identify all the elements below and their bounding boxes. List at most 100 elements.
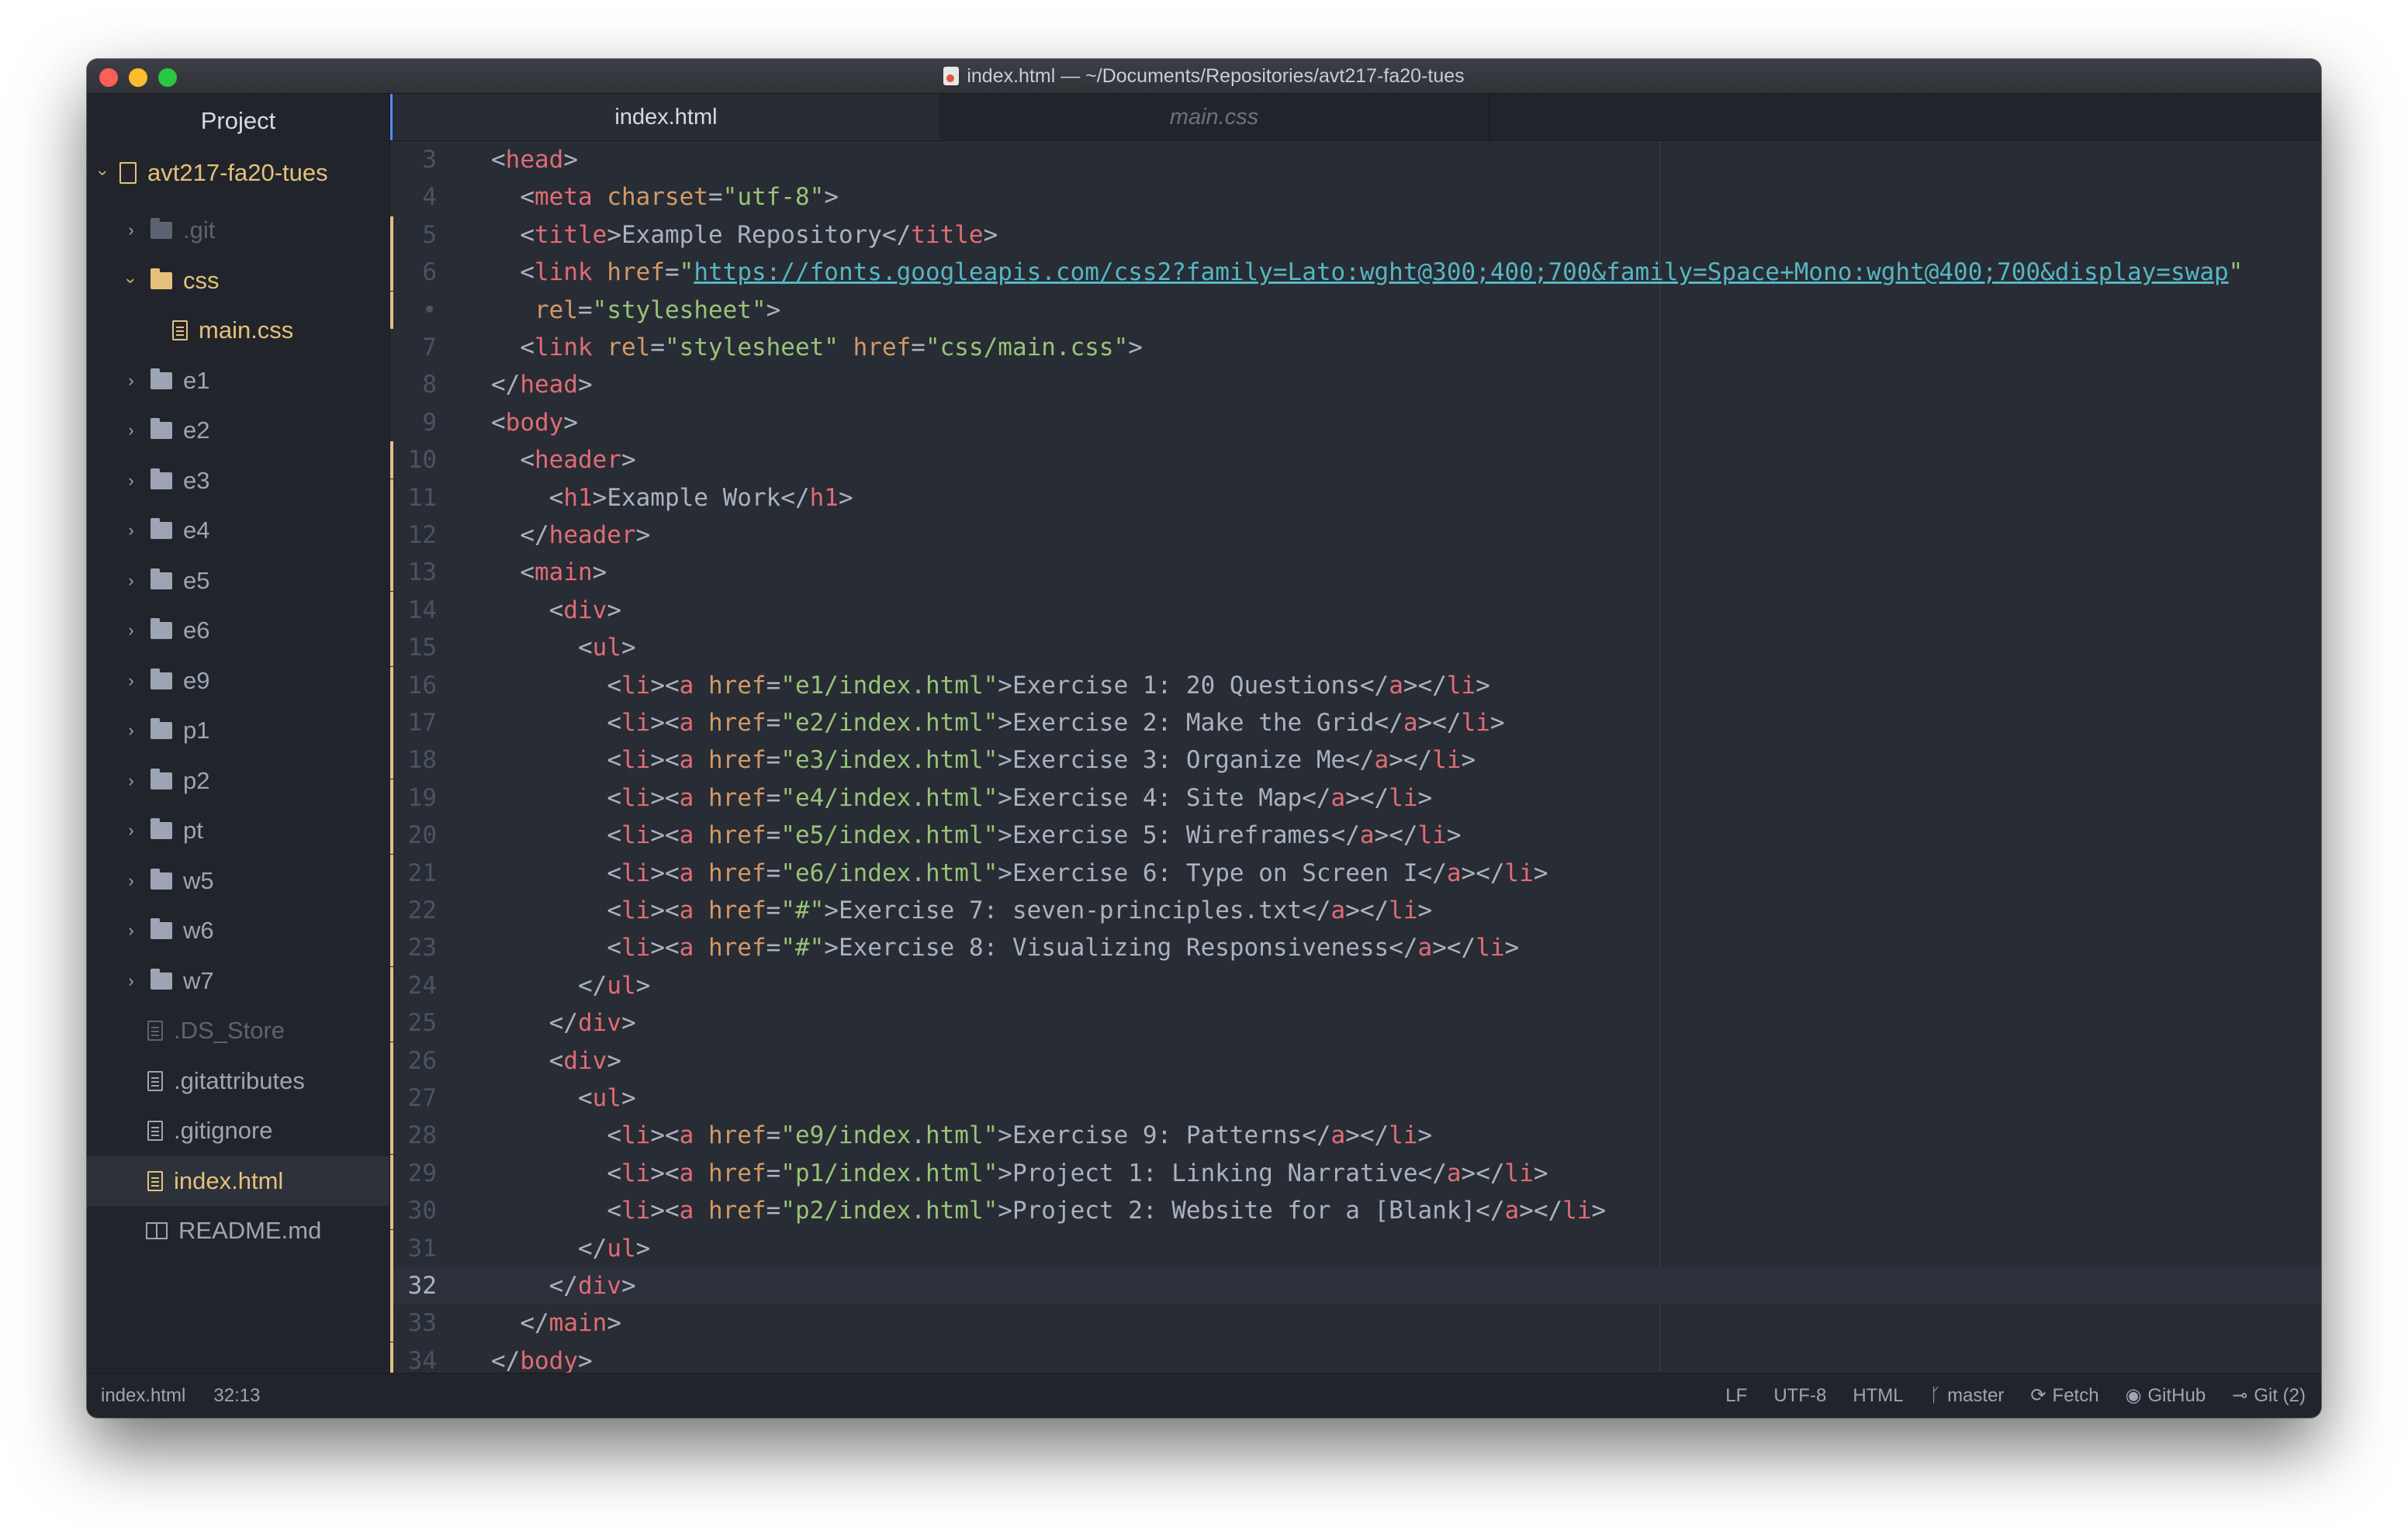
github-button[interactable]: ◉ GitHub	[2126, 1384, 2206, 1407]
line-number[interactable]: 9	[390, 404, 437, 441]
code-text[interactable]: <li><a href="e9/index.html">Exercise 9: …	[491, 1117, 1432, 1154]
line-number[interactable]: 34	[390, 1342, 437, 1374]
line-number[interactable]: 6	[390, 254, 437, 291]
tree-item-e1[interactable]: › e1	[87, 356, 389, 406]
line-number[interactable]: 30	[390, 1192, 437, 1229]
tree-item-e9[interactable]: › e9	[87, 656, 389, 706]
code-line[interactable]: 26 <div>	[390, 1042, 2321, 1080]
code-text[interactable]: <title>Example Repository</title>	[491, 216, 998, 254]
code-line[interactable]: 29 <li><a href="p1/index.html">Project 1…	[390, 1154, 2321, 1192]
code-text[interactable]: <div>	[491, 1042, 621, 1080]
code-line[interactable]: 14 <div>	[390, 591, 2321, 629]
code-text[interactable]: <li><a href="p1/index.html">Project 1: L…	[491, 1155, 1548, 1192]
code-text[interactable]: rel="stylesheet">	[491, 292, 780, 329]
code-text[interactable]: </header>	[491, 517, 650, 554]
code-text[interactable]: </div>	[491, 1267, 636, 1304]
line-number[interactable]: 32	[390, 1267, 437, 1304]
line-number[interactable]: 31	[390, 1230, 437, 1267]
code-line[interactable]: 15 <ul>	[390, 629, 2321, 667]
line-number[interactable]: 23	[390, 929, 437, 966]
line-number[interactable]: 17	[390, 704, 437, 741]
code-text[interactable]: </ul>	[491, 967, 650, 1004]
line-number[interactable]: •	[390, 292, 437, 329]
status-encoding[interactable]: UTF-8	[1773, 1385, 1826, 1407]
code-line[interactable]: 17 <li><a href="e2/index.html">Exercise …	[390, 704, 2321, 741]
line-number[interactable]: 4	[390, 178, 437, 216]
code-line[interactable]: 25 </div>	[390, 1004, 2321, 1042]
code-text[interactable]: <li><a href="e2/index.html">Exercise 2: …	[491, 704, 1504, 741]
code-line[interactable]: 9 <body>	[390, 404, 2321, 441]
code-line[interactable]: 7 <link rel="stylesheet" href="css/main.…	[390, 329, 2321, 366]
status-line-ending[interactable]: LF	[1725, 1385, 1747, 1407]
tree-item-git[interactable]: › .git	[87, 206, 389, 255]
code-text[interactable]: <li><a href="e1/index.html">Exercise 1: …	[491, 667, 1490, 704]
line-number[interactable]: 7	[390, 329, 437, 366]
tree-item-p2[interactable]: › p2	[87, 756, 389, 806]
fetch-button[interactable]: ⟳ Fetch	[2030, 1384, 2098, 1407]
code-line[interactable]: 6 <link href="https://fonts.googleapis.c…	[390, 254, 2321, 292]
line-number[interactable]: 12	[390, 517, 437, 554]
code-line[interactable]: 5 <title>Example Repository</title>	[390, 216, 2321, 254]
line-number[interactable]: 13	[390, 554, 437, 591]
code-line[interactable]: 31 </ul>	[390, 1229, 2321, 1267]
tree-item-readme-md[interactable]: README.md	[87, 1206, 389, 1256]
code-text[interactable]: <ul>	[491, 1080, 636, 1117]
code-text[interactable]: <li><a href="e3/index.html">Exercise 3: …	[491, 741, 1476, 779]
tree-item-w7[interactable]: › w7	[87, 956, 389, 1006]
code-line[interactable]: 19 <li><a href="e4/index.html">Exercise …	[390, 779, 2321, 817]
code-text[interactable]: <main>	[491, 554, 607, 591]
tree-item-w5[interactable]: › w5	[87, 856, 389, 906]
tree-item-e2[interactable]: › e2	[87, 406, 389, 455]
line-number[interactable]: 24	[390, 967, 437, 1004]
code-line[interactable]: 21 <li><a href="e6/index.html">Exercise …	[390, 854, 2321, 892]
line-number[interactable]: 27	[390, 1080, 437, 1117]
code-line[interactable]: 11 <h1>Example Work</h1>	[390, 479, 2321, 517]
tree-item-p1[interactable]: › p1	[87, 706, 389, 755]
tree-item-gitattributes[interactable]: .gitattributes	[87, 1056, 389, 1106]
line-number[interactable]: 3	[390, 141, 437, 178]
line-number[interactable]: 19	[390, 779, 437, 817]
code-line[interactable]: 27 <ul>	[390, 1080, 2321, 1117]
status-file-name[interactable]: index.html	[101, 1385, 185, 1407]
tree-item-e5[interactable]: › e5	[87, 556, 389, 606]
line-number[interactable]: 25	[390, 1004, 437, 1042]
tree-item-main-css[interactable]: main.css	[87, 306, 389, 355]
code-line[interactable]: 34 </body>	[390, 1342, 2321, 1374]
code-line[interactable]: 32 </div>	[390, 1267, 2321, 1304]
code-text[interactable]: <li><a href="#">Exercise 7: seven-princi…	[491, 892, 1432, 929]
tree-item-e6[interactable]: › e6	[87, 606, 389, 655]
code-line[interactable]: 24 </ul>	[390, 966, 2321, 1004]
code-text[interactable]: <li><a href="#">Exercise 8: Visualizing …	[491, 929, 1519, 966]
code-line[interactable]: 28 <li><a href="e9/index.html">Exercise …	[390, 1117, 2321, 1155]
status-cursor-position[interactable]: 32:13	[213, 1385, 260, 1407]
line-number[interactable]: 28	[390, 1117, 437, 1154]
code-text[interactable]: </main>	[491, 1304, 621, 1342]
tab-index-html[interactable]: index.html	[390, 94, 939, 140]
line-number[interactable]: 29	[390, 1155, 437, 1192]
line-number[interactable]: 11	[390, 479, 437, 517]
git-button[interactable]: ⊸ Git (2)	[2232, 1384, 2306, 1407]
code-text[interactable]: <meta charset="utf-8">	[491, 178, 839, 216]
tree-item-index-html[interactable]: index.html	[87, 1156, 389, 1206]
branch-button[interactable]: ᚴ master	[1930, 1385, 2005, 1407]
tree-item-gitignore[interactable]: .gitignore	[87, 1106, 389, 1156]
tree-item-w6[interactable]: › w6	[87, 906, 389, 955]
code-text[interactable]: </head>	[491, 366, 593, 403]
line-number[interactable]: 26	[390, 1042, 437, 1080]
code-text[interactable]: <link href="https://fonts.googleapis.com…	[491, 254, 2243, 291]
code-text[interactable]: </div>	[491, 1004, 636, 1042]
code-line[interactable]: 10 <header>	[390, 441, 2321, 479]
status-grammar[interactable]: HTML	[1853, 1385, 1903, 1407]
line-number[interactable]: 10	[390, 441, 437, 479]
code-line[interactable]: 16 <li><a href="e1/index.html">Exercise …	[390, 666, 2321, 704]
code-line[interactable]: 20 <li><a href="e5/index.html">Exercise …	[390, 817, 2321, 855]
code-editor[interactable]: 3 <head> 4 <meta charset="utf-8"> 5 <title>…	[390, 141, 2321, 1374]
line-number[interactable]: 21	[390, 855, 437, 892]
line-number[interactable]: 33	[390, 1304, 437, 1342]
code-line[interactable]: 33 </main>	[390, 1304, 2321, 1342]
line-number[interactable]: 5	[390, 216, 437, 254]
code-line[interactable]: 22 <li><a href="#">Exercise 7: seven-pri…	[390, 892, 2321, 929]
code-line[interactable]: 18 <li><a href="e3/index.html">Exercise …	[390, 741, 2321, 779]
line-number[interactable]: 20	[390, 817, 437, 854]
code-line[interactable]: 23 <li><a href="#">Exercise 8: Visualizi…	[390, 929, 2321, 967]
